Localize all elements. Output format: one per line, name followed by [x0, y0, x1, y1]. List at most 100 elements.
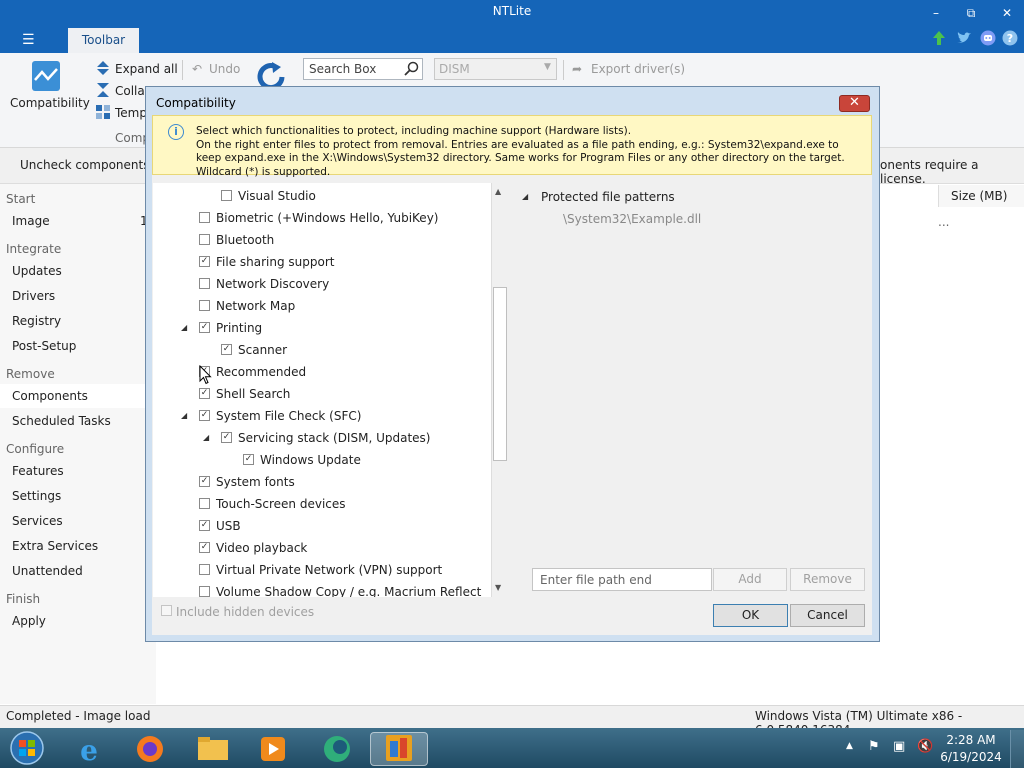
dism-select[interactable]: DISM — [434, 58, 557, 80]
cancel-button[interactable]: Cancel — [790, 604, 865, 627]
compatibility-button[interactable]: Compatibility — [10, 96, 90, 110]
clock-date[interactable]: 6/19/2024 — [940, 750, 1002, 764]
checkbox[interactable] — [199, 564, 210, 575]
checkbox[interactable] — [199, 498, 210, 509]
expander-icon[interactable]: ◢ — [181, 323, 187, 332]
restore-button[interactable]: ⧉ — [960, 4, 982, 22]
sidebar-item-registry[interactable]: Registry — [0, 309, 156, 333]
flag-icon[interactable]: ⚑ — [868, 739, 880, 754]
template-icon — [96, 105, 110, 119]
help-icon[interactable]: ? — [1002, 30, 1018, 46]
search-icon[interactable] — [404, 61, 419, 76]
sidebar-item-settings[interactable]: Settings — [0, 484, 156, 508]
twitter-icon[interactable] — [956, 30, 972, 46]
checkbox[interactable]: ✓ — [199, 256, 210, 267]
tree-item[interactable]: ✓Recommended — [199, 361, 306, 383]
functionality-tree: Visual Studio Biometric (+Windows Hello,… — [153, 183, 491, 597]
expander-icon[interactable]: ◢ — [181, 411, 187, 420]
file-path-input[interactable]: Enter file path end — [532, 568, 712, 591]
firefox-icon[interactable] — [127, 732, 173, 766]
tree-item[interactable]: Bluetooth — [199, 229, 274, 251]
update-arrow-icon[interactable] — [931, 30, 947, 46]
tray-chevron-icon[interactable]: ▲ — [846, 741, 853, 751]
template-button[interactable]: Temp — [115, 106, 147, 120]
checkbox[interactable] — [199, 212, 210, 223]
scroll-up-icon[interactable]: ▲ — [495, 187, 501, 196]
tree-item[interactable]: Network Map — [199, 295, 295, 317]
checkbox[interactable] — [199, 586, 210, 597]
expand-all-button[interactable]: Expand all — [115, 62, 178, 76]
checkbox[interactable]: ✓ — [199, 520, 210, 531]
checkbox[interactable]: ✓ — [199, 388, 210, 399]
dialog-close-button[interactable]: ✕ — [839, 95, 870, 112]
tree-item[interactable]: ✓ USB — [199, 515, 241, 537]
network-icon[interactable]: ▣ — [893, 739, 905, 754]
minimize-button[interactable]: – — [925, 4, 947, 22]
tree-item[interactable]: ✓ File sharing support — [199, 251, 334, 273]
checkbox[interactable]: ✓ — [199, 410, 210, 421]
tree-item[interactable]: Touch-Screen devices — [199, 493, 346, 515]
sidebar-item-post-setup[interactable]: Post-Setup — [0, 334, 156, 358]
checkbox[interactable]: ✓ — [221, 344, 232, 355]
show-desktop-button[interactable] — [1010, 730, 1024, 768]
scrollbar-thumb[interactable] — [493, 287, 507, 461]
sidebar-item-extra-services[interactable]: Extra Services — [0, 534, 156, 558]
license-hint: onents require a license. — [880, 158, 979, 186]
undo-button[interactable]: Undo — [209, 62, 240, 76]
sidebar-section-remove: Remove — [6, 367, 55, 381]
tree-item[interactable]: Virtual Private Network (VPN) support — [199, 559, 442, 581]
remove-button[interactable]: Remove — [790, 568, 865, 591]
file-explorer-icon[interactable] — [190, 732, 236, 766]
checkbox[interactable]: ✓ — [199, 476, 210, 487]
sidebar-item-apply[interactable]: Apply — [0, 609, 156, 633]
export-drivers-button[interactable]: Export driver(s) — [591, 62, 685, 76]
checkbox[interactable] — [199, 278, 210, 289]
checkbox[interactable] — [221, 190, 232, 201]
tree-item[interactable]: ✓ Scanner — [221, 339, 287, 361]
scroll-down-icon[interactable]: ▼ — [495, 583, 501, 592]
tree-item[interactable]: Biometric (+Windows Hello, YubiKey) — [199, 207, 438, 229]
discord-icon[interactable] — [980, 30, 996, 46]
sidebar-item-components[interactable]: Components — [0, 384, 156, 408]
checkbox[interactable]: ✓ — [243, 454, 254, 465]
tree-item[interactable]: ✓ Servicing stack (DISM, Updates) — [221, 427, 430, 449]
tree-item[interactable]: Network Discovery — [199, 273, 329, 295]
app-icon[interactable] — [314, 732, 360, 766]
tree-item[interactable]: Visual Studio — [221, 185, 316, 207]
ok-button[interactable]: OK — [713, 604, 788, 627]
checkbox[interactable] — [199, 300, 210, 311]
tree-item[interactable]: ✓ Video playback — [199, 537, 307, 559]
sidebar-item-updates[interactable]: Updates — [0, 259, 156, 283]
close-app-button[interactable]: ✕ — [996, 4, 1018, 22]
protected-pattern-item[interactable]: \System32\Example.dll — [563, 212, 701, 226]
sidebar-item-scheduled-tasks[interactable]: Scheduled Tasks — [0, 409, 156, 433]
tree-item[interactable]: ✓ System File Check (SFC) — [199, 405, 361, 427]
checkbox[interactable]: ✓ — [199, 322, 210, 333]
internet-explorer-icon[interactable]: e — [66, 732, 112, 766]
sidebar-item-services[interactable]: Services — [0, 509, 156, 533]
checkbox[interactable]: ✓ — [199, 542, 210, 553]
include-hidden-checkbox[interactable] — [161, 605, 172, 616]
sidebar-item-unattended[interactable]: Unattended — [0, 559, 156, 583]
sidebar-item-drivers[interactable]: Drivers — [0, 284, 156, 308]
tree-item[interactable]: ✓ Windows Update — [243, 449, 361, 471]
tree-item[interactable]: Volume Shadow Copy / e.g. Macrium Reflec… — [199, 581, 481, 597]
clock-time[interactable]: 2:28 AM — [940, 733, 1002, 747]
column-header-size[interactable]: Size (MB) — [938, 185, 1024, 207]
collapse-button[interactable]: Colla — [115, 84, 145, 98]
tree-item[interactable]: ✓ System fonts — [199, 471, 295, 493]
start-button-icon[interactable] — [8, 730, 46, 766]
tree-item[interactable]: ✓ Shell Search — [199, 383, 290, 405]
sidebar-item-features[interactable]: Features — [0, 459, 156, 483]
checkbox[interactable] — [199, 234, 210, 245]
expander-icon[interactable]: ◢ — [203, 433, 209, 442]
tree-item[interactable]: ✓ Printing — [199, 317, 262, 339]
add-button[interactable]: Add — [713, 568, 787, 591]
tab-toolbar[interactable]: Toolbar — [68, 28, 139, 53]
volume-muted-icon[interactable]: 🔇 — [917, 739, 933, 754]
checkbox[interactable]: ✓ — [221, 432, 232, 443]
media-player-icon[interactable] — [250, 732, 296, 766]
menu-icon[interactable]: ☰ — [22, 32, 35, 48]
expander-icon[interactable]: ◢ — [522, 192, 528, 201]
sidebar-item-image[interactable]: Image — [0, 209, 156, 233]
